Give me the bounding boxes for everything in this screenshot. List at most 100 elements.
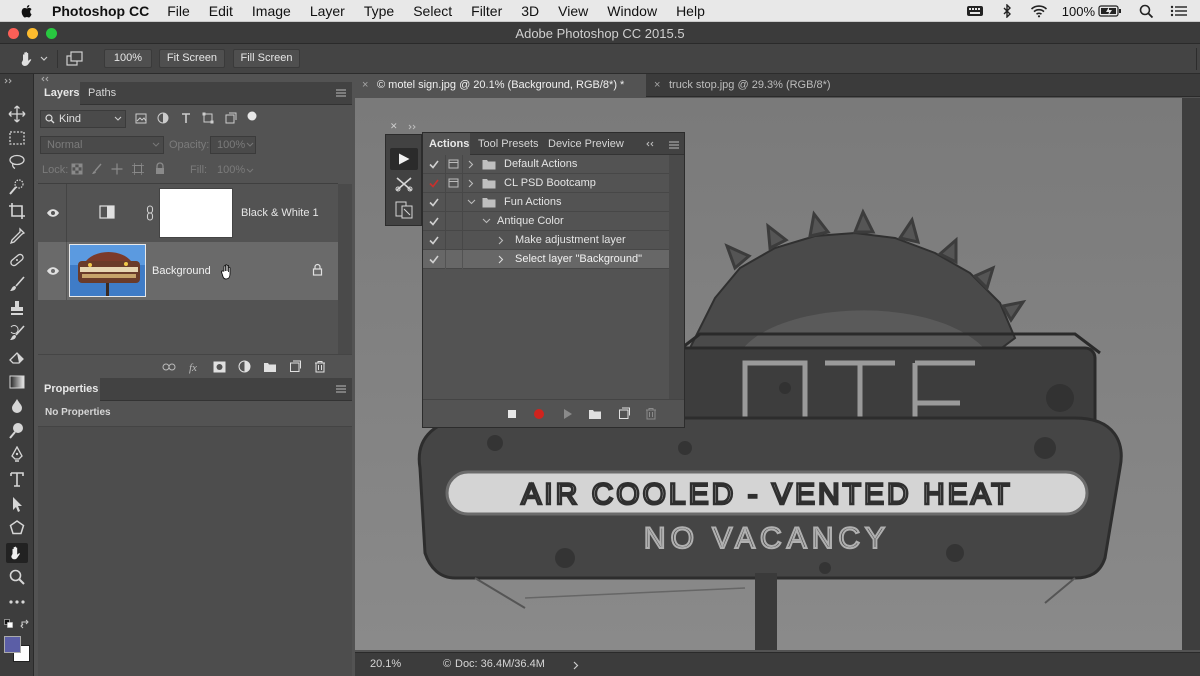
shape-tool[interactable] <box>6 518 28 538</box>
stop-icon[interactable] <box>508 410 516 418</box>
new-layer-icon[interactable] <box>289 360 302 373</box>
history-brush-tool[interactable] <box>6 323 28 343</box>
filter-pixel-icon[interactable] <box>135 113 147 124</box>
blend-mode-select[interactable]: Normal <box>40 136 164 154</box>
filter-adjustment-icon[interactable] <box>157 112 169 124</box>
menu-layer[interactable]: Layer <box>310 3 345 19</box>
eye-icon[interactable] <box>46 208 60 218</box>
action-set-cl-psd-bootcamp[interactable]: CL PSD Bootcamp <box>423 174 669 193</box>
check-icon[interactable] <box>429 198 439 207</box>
lock-transparent-pixels-icon[interactable] <box>71 163 83 175</box>
check-icon[interactable] <box>429 217 439 226</box>
check-icon[interactable] <box>429 160 439 169</box>
tool-presets-icon[interactable] <box>395 176 413 192</box>
default-colors-icon[interactable] <box>4 619 14 629</box>
eyedropper-tool[interactable] <box>6 226 28 246</box>
close-tab-icon[interactable]: × <box>654 74 660 97</box>
zoom-100-button[interactable]: 100% <box>104 49 152 68</box>
zoom-level[interactable]: 20.1% <box>370 658 401 670</box>
menu-type[interactable]: Type <box>364 3 394 19</box>
notification-center-icon[interactable] <box>1170 4 1188 18</box>
action-antique-color[interactable]: Antique Color <box>423 212 669 231</box>
layers-scrollbar[interactable] <box>338 184 352 354</box>
menu-image[interactable]: Image <box>252 3 291 19</box>
action-step-select-layer-background[interactable]: Select layer "Background" <box>423 250 669 269</box>
collapse-toolbar-icon[interactable] <box>4 78 14 84</box>
lasso-tool[interactable] <box>6 152 28 172</box>
new-group-folder-icon[interactable] <box>263 361 277 373</box>
blur-tool[interactable] <box>6 396 28 416</box>
zoom-tool[interactable] <box>6 567 28 587</box>
brush-tool[interactable] <box>6 274 28 294</box>
lock-icon[interactable] <box>312 263 323 276</box>
fx-icon[interactable]: fx <box>188 360 202 374</box>
eraser-tool[interactable] <box>6 347 28 367</box>
menu-select[interactable]: Select <box>413 3 452 19</box>
close-icon[interactable]: ✕ <box>390 121 398 132</box>
app-name-menu[interactable]: Photoshop CC <box>52 3 149 19</box>
link-layers-icon[interactable] <box>162 361 176 373</box>
new-set-folder-icon[interactable] <box>588 408 602 420</box>
scroll-all-windows-icon[interactable] <box>66 51 84 67</box>
add-mask-icon[interactable] <box>213 361 226 373</box>
crop-tool[interactable] <box>6 201 28 221</box>
action-set-default-actions[interactable]: Default Actions <box>423 155 669 174</box>
menu-file[interactable]: File <box>167 3 190 19</box>
expand-panel-icon[interactable] <box>407 124 417 130</box>
tab-truck-stop[interactable]: × truck stop.jpg @ 29.3% (RGB/8*) <box>647 74 847 97</box>
chevron-down-icon[interactable] <box>482 218 491 224</box>
action-set-fun-actions[interactable]: Fun Actions <box>423 193 669 212</box>
eye-icon[interactable] <box>46 266 60 276</box>
menu-window[interactable]: Window <box>607 3 657 19</box>
lock-position-icon[interactable] <box>111 163 123 175</box>
path-selection-tool[interactable] <box>6 494 28 514</box>
new-action-icon[interactable] <box>618 407 631 420</box>
trash-icon[interactable] <box>645 407 657 420</box>
dodge-tool[interactable] <box>6 420 28 440</box>
healing-brush-tool[interactable] <box>6 250 28 270</box>
menu-view[interactable]: View <box>558 3 588 19</box>
bluetooth-icon[interactable] <box>998 4 1016 18</box>
search-icon[interactable] <box>1138 4 1156 18</box>
menu-filter[interactable]: Filter <box>471 3 502 19</box>
tab-paths[interactable]: Paths <box>88 87 116 99</box>
chevron-right-icon[interactable] <box>468 160 474 169</box>
tab-properties[interactable]: Properties <box>44 383 98 395</box>
check-icon[interactable] <box>429 236 439 245</box>
chevron-right-icon[interactable] <box>498 255 504 264</box>
chevron-down-icon[interactable] <box>467 199 476 205</box>
apple-icon[interactable] <box>18 2 36 20</box>
foreground-color-swatch[interactable] <box>4 636 21 653</box>
filter-shape-icon[interactable] <box>202 112 214 124</box>
chevron-right-icon[interactable] <box>498 236 504 245</box>
panel-menu-icon[interactable] <box>669 140 679 150</box>
battery-icon[interactable] <box>1098 4 1122 18</box>
chevron-right-icon[interactable] <box>573 661 579 670</box>
play-icon[interactable] <box>563 408 573 420</box>
check-icon[interactable] <box>429 179 439 188</box>
collapse-panel-icon[interactable] <box>645 141 655 147</box>
tab-device-preview[interactable]: Device Preview <box>548 138 624 150</box>
close-tab-icon[interactable]: × <box>362 74 368 97</box>
clone-stamp-tool[interactable] <box>6 298 28 318</box>
lock-all-icon[interactable] <box>154 162 166 175</box>
layer-name[interactable]: Black & White 1 <box>241 207 319 219</box>
actions-scrollbar[interactable] <box>669 155 684 403</box>
layer-row-black-white[interactable]: Black & White 1 <box>38 184 338 242</box>
canvas-vertical-scrollbar[interactable] <box>1182 98 1200 650</box>
layer-mask-thumbnail[interactable] <box>159 188 233 238</box>
keyboard-indicator-icon[interactable] <box>966 4 984 18</box>
edit-toolbar-button[interactable] <box>6 592 28 612</box>
type-tool[interactable] <box>6 469 28 489</box>
menu-3d[interactable]: 3D <box>521 3 539 19</box>
pen-tool[interactable] <box>6 445 28 465</box>
filter-smart-object-icon[interactable] <box>225 112 237 124</box>
dialog-toggle-icon[interactable] <box>448 159 459 169</box>
action-step-make-adjustment-layer[interactable]: Make adjustment layer <box>423 231 669 250</box>
hand-tool[interactable] <box>6 543 28 563</box>
quick-selection-tool[interactable] <box>6 177 28 197</box>
tab-motel-sign[interactable]: × © motel sign.jpg @ 20.1% (Background, … <box>355 74 646 97</box>
lock-image-pixels-icon[interactable] <box>91 163 103 175</box>
panel-menu-icon[interactable] <box>336 88 346 98</box>
chevron-right-icon[interactable] <box>468 179 474 188</box>
